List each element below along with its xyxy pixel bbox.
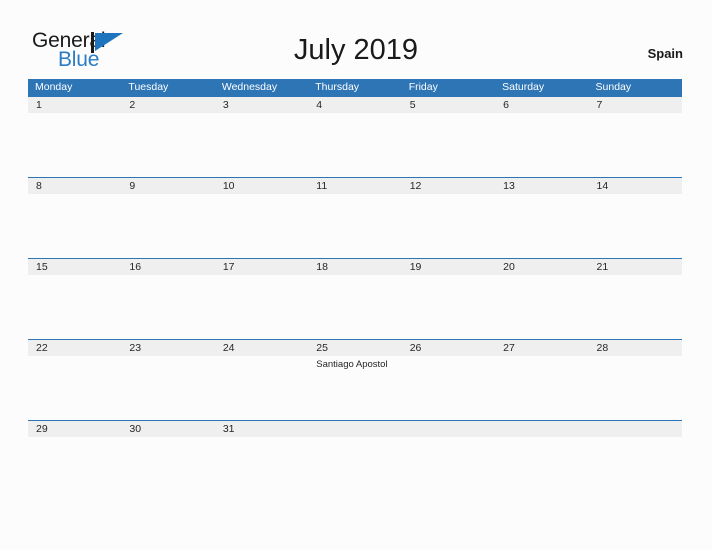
day-events-cell[interactable] [28, 356, 121, 419]
day-events-cell[interactable] [589, 194, 682, 257]
day-number-cell[interactable]: 23 [121, 340, 214, 356]
day-number-cell[interactable]: 6 [495, 97, 588, 113]
day-events-cell[interactable] [495, 113, 588, 176]
day-number-cell[interactable]: 2 [121, 97, 214, 113]
day-events-cell[interactable] [121, 356, 214, 419]
day-events-cell[interactable] [215, 194, 308, 257]
calendar-weeks: 1 2 3 4 5 6 7 8 9 10 11 12 13 14 15 16 17 18 19 20 21 22 23 24 2… [28, 96, 682, 501]
day-number-cell[interactable]: 19 [402, 259, 495, 275]
day-events-cell[interactable] [28, 437, 121, 500]
calendar-grid: Monday Tuesday Wednesday Thursday Friday Satu… [28, 79, 682, 501]
day-events-cell[interactable] [308, 113, 401, 176]
day-number-cell[interactable]: 25 [308, 340, 401, 356]
day-number-cell[interactable]: 3 [215, 97, 308, 113]
week-events-row [28, 275, 682, 338]
day-events-cell[interactable] [28, 113, 121, 176]
day-number-cell[interactable]: 24 [215, 340, 308, 356]
day-events-cell[interactable] [121, 113, 214, 176]
day-number-cell[interactable]: 20 [495, 259, 588, 275]
day-number-cell[interactable] [402, 421, 495, 437]
day-events-cell[interactable] [121, 194, 214, 257]
day-number-cell[interactable]: 11 [308, 178, 401, 194]
day-number-cell[interactable]: 4 [308, 97, 401, 113]
week-date-band: 8 9 10 11 12 13 14 [28, 177, 682, 194]
week-date-band: 22 23 24 25 26 27 28 [28, 339, 682, 356]
holiday-label: Santiago Apostol [316, 359, 388, 370]
calendar-week-row: 8 9 10 11 12 13 14 [28, 177, 682, 258]
weekday-header-cell: Saturday [502, 81, 545, 93]
day-number-cell[interactable]: 16 [121, 259, 214, 275]
week-events-row [28, 113, 682, 176]
weekday-header-cell: Friday [408, 81, 438, 93]
day-events-cell[interactable] [215, 113, 308, 176]
day-events-cell[interactable] [215, 275, 308, 338]
day-events-cell[interactable] [589, 113, 682, 176]
week-events-row [28, 437, 682, 500]
day-number-cell[interactable]: 26 [402, 340, 495, 356]
page-title: July 2019 [293, 34, 419, 66]
day-number-cell[interactable]: 13 [495, 178, 588, 194]
day-events-cell[interactable] [495, 437, 588, 500]
day-number-cell[interactable]: 29 [28, 421, 121, 437]
weekday-header-row: Monday Tuesday Wednesday Thursday Friday Satu… [28, 79, 682, 96]
day-events-cell[interactable] [28, 275, 121, 338]
day-events-cell[interactable] [402, 113, 495, 176]
day-number-cell[interactable]: 7 [589, 97, 682, 113]
day-number-cell[interactable]: 1 [28, 97, 121, 113]
calendar-week-row: 22 23 24 25 26 27 28 Santiago Apostol [28, 339, 682, 420]
region-label: Spain [647, 46, 683, 61]
day-number-cell[interactable]: 30 [121, 421, 214, 437]
week-date-band: 29 30 31 [28, 420, 682, 437]
day-number-cell[interactable]: 9 [121, 178, 214, 194]
day-events-cell[interactable] [308, 437, 401, 500]
day-number-cell[interactable]: 12 [402, 178, 495, 194]
day-events-cell[interactable]: Santiago Apostol [308, 356, 401, 419]
day-events-cell[interactable] [402, 275, 495, 338]
day-number-cell[interactable]: 18 [308, 259, 401, 275]
day-events-cell[interactable] [121, 437, 214, 500]
day-number-cell[interactable]: 31 [215, 421, 308, 437]
day-events-cell[interactable] [215, 437, 308, 500]
day-number-cell[interactable] [589, 421, 682, 437]
day-events-cell[interactable] [402, 194, 495, 257]
day-number-cell[interactable]: 5 [402, 97, 495, 113]
day-events-cell[interactable] [215, 356, 308, 419]
day-number-cell[interactable]: 22 [28, 340, 121, 356]
calendar-week-row: 29 30 31 [28, 420, 682, 501]
day-events-cell[interactable] [402, 356, 495, 419]
day-events-cell[interactable] [589, 437, 682, 500]
weekday-header-cell: Wednesday [221, 81, 278, 93]
week-date-band: 1234567 [28, 96, 682, 113]
day-number-cell[interactable]: 27 [495, 340, 588, 356]
day-events-cell[interactable] [121, 275, 214, 338]
weekday-header-cell: Tuesday [128, 81, 169, 93]
day-events-cell[interactable] [589, 356, 682, 419]
day-number-cell[interactable]: 21 [589, 259, 682, 275]
day-number-cell[interactable]: 10 [215, 178, 308, 194]
day-events-cell[interactable] [402, 437, 495, 500]
weekday-header-cell: Sunday [595, 81, 632, 93]
weekday-header-cell: Monday [35, 81, 73, 93]
day-events-cell[interactable] [308, 194, 401, 257]
day-number-cell[interactable]: 8 [28, 178, 121, 194]
day-number-cell[interactable]: 17 [215, 259, 308, 275]
week-date-band: 15 16 17 18 19 20 21 [28, 258, 682, 275]
day-events-cell[interactable] [308, 275, 401, 338]
day-events-cell[interactable] [495, 194, 588, 257]
weekday-header-cell: Thursday [315, 81, 360, 93]
day-events-cell[interactable] [495, 275, 588, 338]
day-number-cell[interactable]: 15 [28, 259, 121, 275]
day-number-cell[interactable]: 28 [589, 340, 682, 356]
day-events-cell[interactable] [589, 275, 682, 338]
page-header: General Blue July 2019 Spain [0, 0, 712, 78]
day-number-cell[interactable] [308, 421, 401, 437]
day-number-cell[interactable]: 14 [589, 178, 682, 194]
week-events-row [28, 194, 682, 257]
week-events-row: Santiago Apostol [28, 356, 682, 419]
calendar-week-row: 1234567 [28, 96, 682, 177]
day-events-cell[interactable] [495, 356, 588, 419]
day-events-cell[interactable] [28, 194, 121, 257]
calendar-week-row: 15 16 17 18 19 20 21 [28, 258, 682, 339]
day-number-cell[interactable] [495, 421, 588, 437]
